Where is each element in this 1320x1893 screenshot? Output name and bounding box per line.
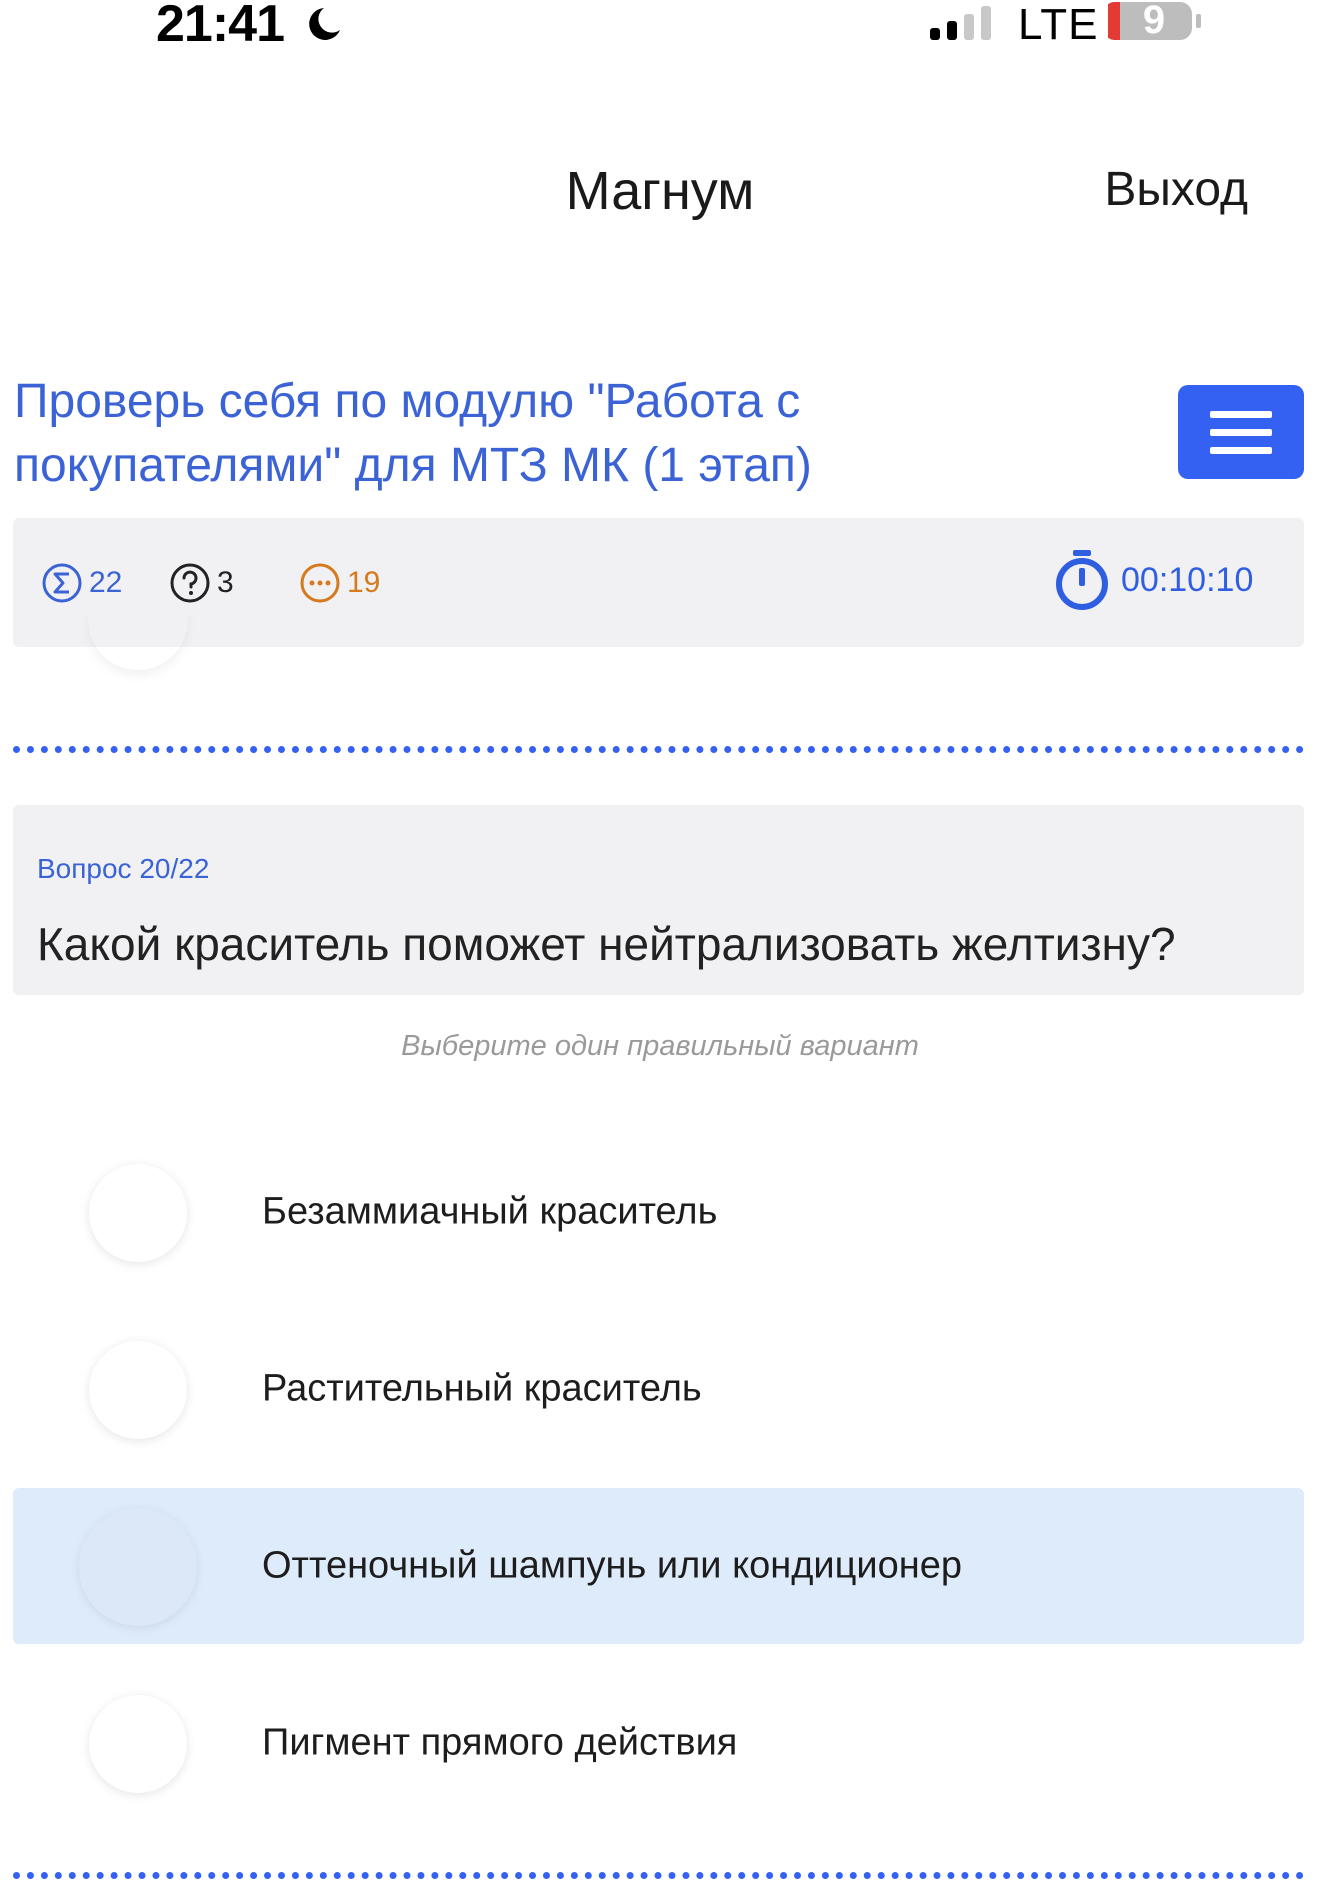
stopwatch-icon <box>1056 550 1108 610</box>
network-label: LTE <box>1018 0 1099 49</box>
question-counter: Вопрос 20/22 <box>37 853 210 884</box>
stat-remaining-value: 19 <box>347 566 381 599</box>
stat-total-questions: 22 <box>41 562 122 604</box>
radio-button[interactable] <box>89 1695 187 1793</box>
divider-bottom <box>13 1872 1304 1879</box>
answer-option-label: Растительный краситель <box>262 1367 702 1410</box>
answer-option-label: Оттеночный шампунь или кондиционер <box>262 1544 963 1587</box>
divider-top <box>13 746 1304 753</box>
question-text: Какой краситель поможет нейтрализовать ж… <box>37 918 1176 970</box>
answer-option[interactable]: Растительный краситель <box>13 1311 1304 1467</box>
previous-option-radio <box>88 610 188 670</box>
sigma-icon <box>42 563 82 603</box>
answer-option-label: Пигмент прямого действия <box>262 1721 738 1764</box>
timer: 00:10:10 <box>1053 548 1253 612</box>
logout-button[interactable]: Выход <box>1104 162 1248 217</box>
test-title: Проверь себя по модулю "Работа с покупат… <box>14 375 812 492</box>
radio-button[interactable] <box>89 1164 187 1262</box>
stat-unanswered-value: 3 <box>217 566 234 599</box>
hamburger-icon-line <box>1210 428 1272 436</box>
question-circle-icon <box>170 563 210 603</box>
radio-button[interactable] <box>89 1341 187 1439</box>
battery-level: 9 <box>1142 0 1166 42</box>
stat-remaining: 19 <box>299 562 380 604</box>
ellipsis-circle-icon <box>300 563 340 603</box>
radio-button[interactable] <box>79 1508 197 1626</box>
stat-total-value: 22 <box>89 566 123 599</box>
answer-option[interactable]: Безаммиачный краситель <box>13 1134 1304 1290</box>
hamburger-icon-line <box>1210 410 1272 418</box>
menu-button[interactable] <box>1178 385 1304 479</box>
stats-panel: 22 3 19 00:10:10 <box>13 518 1304 647</box>
signal-icon <box>930 6 991 40</box>
stat-unanswered: 3 <box>169 562 234 604</box>
question-hint: Выберите один правильный вариант <box>401 1030 919 1062</box>
moon-icon <box>309 8 340 40</box>
timer-value: 00:10:10 <box>1121 560 1254 599</box>
answer-option-label: Безаммиачный краситель <box>262 1190 718 1233</box>
question-card: Вопрос 20/22 Какой краситель поможет ней… <box>13 805 1304 995</box>
answer-option-selected[interactable]: Оттеночный шампунь или кондиционер <box>13 1488 1304 1644</box>
status-bar: 21:41 LTE 9 <box>0 0 1320 60</box>
status-time: 21:41 <box>156 0 285 53</box>
answer-option[interactable]: Пигмент прямого действия <box>13 1665 1304 1821</box>
hamburger-icon-line <box>1210 446 1272 454</box>
